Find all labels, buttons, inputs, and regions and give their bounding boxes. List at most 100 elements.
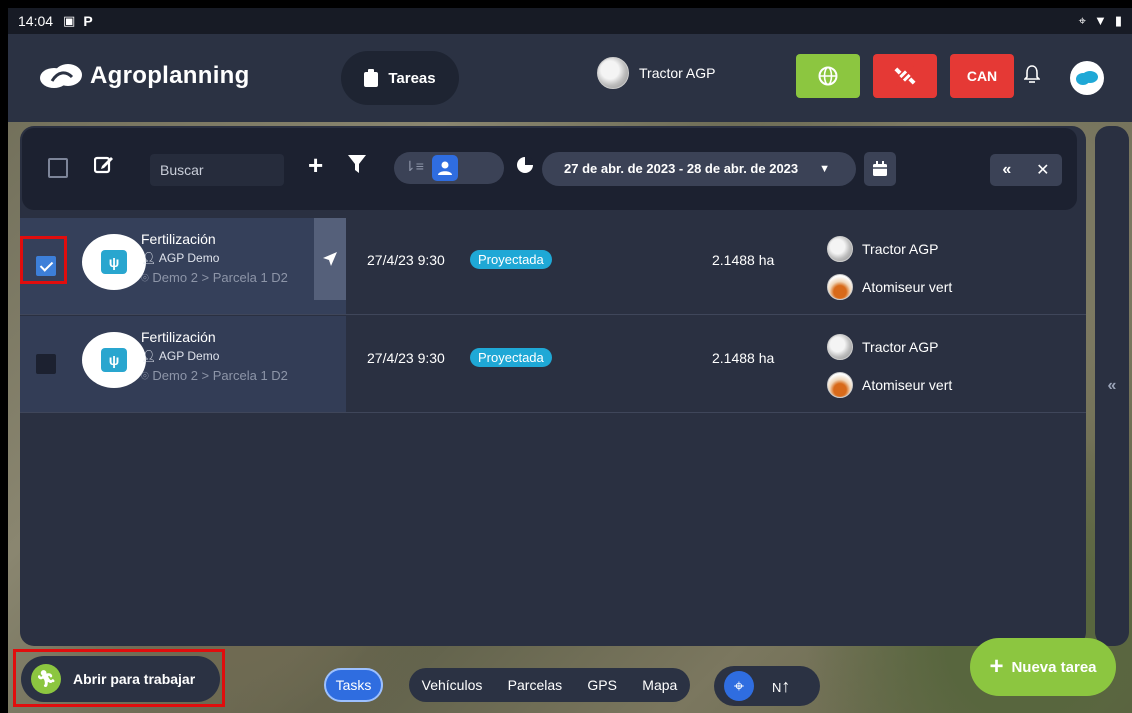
tab-map[interactable]: Mapa [642,677,677,693]
new-task-label: Nueva tarea [1011,658,1097,676]
resource-name: Atomiseur vert [862,377,953,393]
battery-icon: ▮ [1114,13,1122,28]
navigate-button[interactable] [314,218,346,300]
user-icon: 👤︎ [141,251,159,265]
calendar-button[interactable] [864,152,896,186]
location-icon: ⌖ [1078,13,1086,28]
fertilization-icon: ψ [101,348,127,372]
p-icon: P [83,13,93,29]
tasks-panel: + ⇂≡ 27 de abr. de 2023 - 28 de abr. de … [20,126,1086,646]
edit-icon[interactable] [93,154,114,180]
panel-controls: « ✕ [990,154,1062,186]
expand-side-panel-button[interactable]: « [1095,126,1129,646]
tab-gps[interactable]: GPS [587,677,617,693]
resource-name: Tractor AGP [862,241,939,257]
pie-chart-icon[interactable] [516,156,534,180]
can-label: CAN [966,68,998,84]
connectivity-button[interactable] [796,54,860,98]
task-date: 27/4/23 9:30 [367,252,445,268]
search-input[interactable] [150,154,284,186]
resource-vehicle: Tractor AGP [827,236,939,262]
task-location: ⌾ Demo 2 > Parcela 1 D2 [141,368,288,384]
task-row-checkbox[interactable] [36,256,56,276]
status-badge: Proyectada [470,348,552,367]
tasks-menu-label: Tareas [388,69,436,87]
status-time: 14:04 [18,13,54,29]
task-location: ⌾ Demo 2 > Parcela 1 D2 [141,270,288,286]
task-title: Fertilización [141,231,216,247]
filter-icon[interactable] [348,154,366,180]
vehicle-avatar [597,57,629,89]
image-icon: ▣ [63,13,76,28]
select-all-checkbox[interactable] [48,158,68,178]
sort-icon[interactable]: ⇂≡ [404,158,424,175]
tractor-avatar [827,334,853,360]
fertilization-icon: ψ [101,250,127,274]
date-range-select[interactable]: 27 de abr. de 2023 - 28 de abr. de 2023 … [542,152,856,186]
status-badge: Proyectada [470,250,552,269]
add-icon[interactable]: + [308,150,323,181]
brand-name: Agroplanning [90,62,250,89]
collapse-panel-icon[interactable]: « [1002,161,1011,179]
tab-label: Tasks [335,677,372,693]
agroplanning-avatar-icon [1076,71,1098,85]
map-controls: ⌖ N↑ [714,666,820,706]
task-user: 👤︎ AGP Demo [141,349,219,363]
brand-logo[interactable]: Agroplanning [38,62,250,90]
navigation-arrow-icon [323,252,337,266]
app-header: Agroplanning Tareas Tractor AGP CAN [8,34,1132,122]
crosshair-icon[interactable]: ⌖ [724,671,754,701]
task-user-name: AGP Demo [158,251,220,265]
resource-name: Atomiseur vert [862,279,953,295]
globe-icon [818,66,838,86]
close-icon[interactable]: ✕ [1036,160,1049,180]
tasks-toolbar: + ⇂≡ 27 de abr. de 2023 - 28 de abr. de … [22,128,1077,210]
logo-leaf-icon [40,64,82,88]
vehicle-name: Tractor AGP [639,65,716,81]
system-icons: ⌖ ▼ ▮ [1079,13,1122,29]
calendar-icon [873,161,887,176]
task-area: 2.1488 ha [712,252,775,268]
tab-tasks[interactable]: Tasks [324,668,383,702]
task-row-checkbox[interactable] [36,354,56,374]
task-location-text: Demo 2 > Parcela 1 D2 [152,270,288,285]
person-icon[interactable] [432,155,458,181]
task-type-avatar: ψ [82,234,146,290]
task-location-text: Demo 2 > Parcela 1 D2 [152,368,288,383]
task-user: 👤︎ AGP Demo [141,251,219,265]
compass-button[interactable]: N↑ [772,676,790,697]
can-bus-button[interactable]: CAN [950,54,1014,98]
tab-parcels[interactable]: Parcelas [508,677,562,693]
active-vehicle[interactable]: Tractor AGP [597,57,716,89]
satellite-button[interactable] [873,54,937,98]
task-row[interactable]: ψ Fertilización 👤︎ AGP Demo ⌾ Demo 2 > P… [20,218,1086,315]
sprayer-avatar [827,274,853,300]
user-avatar[interactable] [1070,61,1104,95]
tab-vehicles[interactable]: Vehículos [422,677,483,693]
task-title: Fertilización [141,329,216,345]
new-task-button[interactable]: + Nueva tarea [970,638,1116,696]
map-pin-icon: ⌾ [141,368,153,383]
resource-vehicle: Tractor AGP [827,334,939,360]
clipboard-icon [364,69,379,87]
task-date: 27/4/23 9:30 [367,350,445,366]
tasks-menu-button[interactable]: Tareas [341,51,459,105]
wifi-icon: ▼ [1093,13,1107,28]
resource-implement: Atomiseur vert [827,274,952,300]
user-icon: 👤︎ [141,349,159,363]
resource-implement: Atomiseur vert [827,372,952,398]
plus-icon: + [989,653,1004,680]
bell-icon[interactable] [1023,64,1041,90]
task-type-avatar: ψ [82,332,146,388]
north-arrow-icon: ↑ [781,675,791,696]
resource-name: Tractor AGP [862,339,939,355]
map-pin-icon: ⌾ [141,270,153,285]
chevron-down-icon: ▼ [819,163,830,175]
sort-assignee-toggle[interactable]: ⇂≡ [394,152,504,184]
sprayer-avatar [827,372,853,398]
tractor-avatar [827,236,853,262]
open-to-work-label: Abrir para trabajar [73,671,196,687]
open-to-work-button[interactable]: 🏃︎ Abrir para trabajar [21,656,220,702]
view-tabs: Vehículos Parcelas GPS Mapa [409,668,690,702]
task-row[interactable]: ψ Fertilización 👤︎ AGP Demo ⌾ Demo 2 > P… [20,316,1086,413]
